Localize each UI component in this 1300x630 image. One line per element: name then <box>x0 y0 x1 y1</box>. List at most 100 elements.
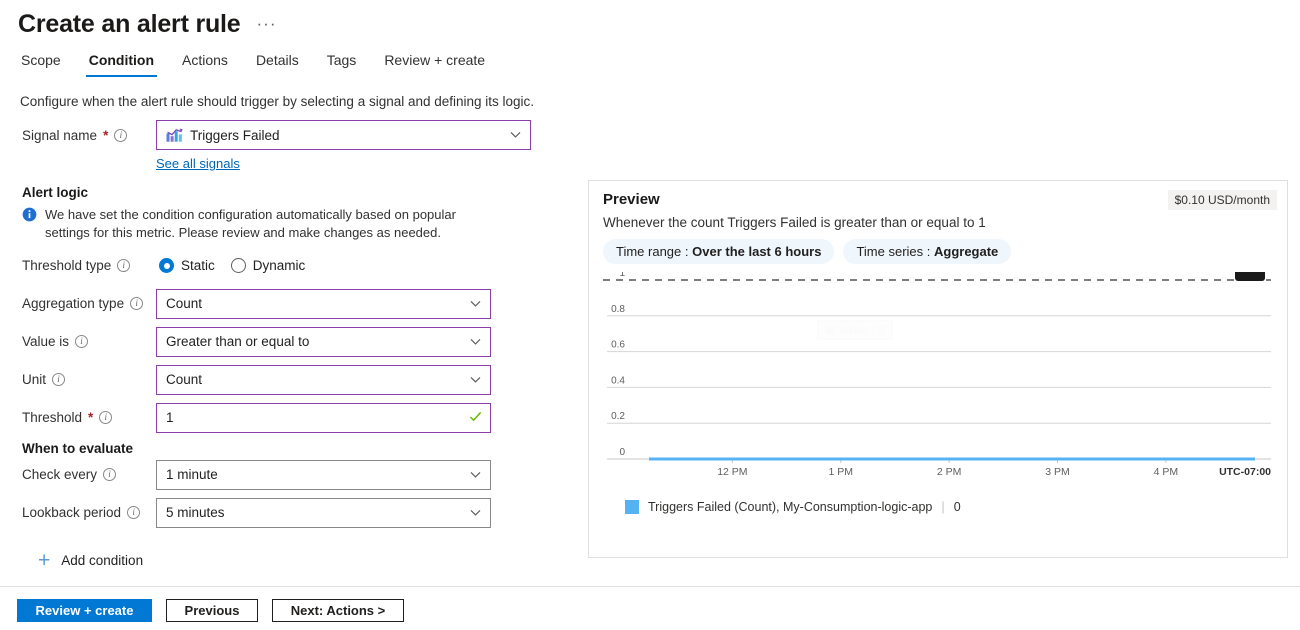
pill-time-range-key: Time range : <box>616 244 689 259</box>
svg-text:0: 0 <box>619 447 625 458</box>
threshold-required-mark: * <box>88 410 93 425</box>
value-is-control: Greater than or equal to <box>156 327 575 357</box>
threshold-input[interactable]: 1 <box>156 403 491 433</box>
chart-residual-tooltip-text: value : 0 <box>839 323 884 337</box>
info-filled-icon <box>22 207 37 243</box>
signal-name-label: Signal name * i <box>0 120 156 150</box>
info-circle-icon[interactable]: i <box>75 335 88 348</box>
field-value-is: Value is i Greater than or equal to <box>0 327 575 357</box>
next-actions-button[interactable]: Next: Actions > <box>272 599 404 622</box>
more-options-icon[interactable]: ··· <box>253 13 281 34</box>
tab-actions[interactable]: Actions <box>179 50 231 77</box>
tab-tags[interactable]: Tags <box>324 50 360 77</box>
check-every-label: Check every i <box>0 460 156 490</box>
aggregation-type-dropdown[interactable]: Count <box>156 289 491 319</box>
check-every-label-text: Check every <box>22 467 97 482</box>
unit-dropdown[interactable]: Count <box>156 365 491 395</box>
info-circle-icon[interactable]: i <box>99 411 112 424</box>
value-is-label: Value is i <box>0 327 156 357</box>
lookback-period-label-text: Lookback period <box>22 505 121 520</box>
pill-time-range-value: Over the last 6 hours <box>692 244 821 259</box>
legend-separator: | <box>941 499 944 514</box>
lookback-period-dropdown[interactable]: 5 minutes <box>156 498 491 528</box>
info-circle-icon[interactable]: i <box>103 468 116 481</box>
preview-filter-pills: Time range : Over the last 6 hours Time … <box>589 230 1287 264</box>
pill-time-range[interactable]: Time range : Over the last 6 hours <box>603 239 834 264</box>
value-is-value: Greater than or equal to <box>166 334 309 349</box>
value-is-dropdown[interactable]: Greater than or equal to <box>156 327 491 357</box>
pill-time-series-key: Time series : <box>856 244 930 259</box>
svg-text:0.2: 0.2 <box>611 411 625 422</box>
legend-series-value: 0 <box>954 500 961 514</box>
when-to-evaluate-heading: When to evaluate <box>0 441 575 456</box>
svg-text:3 PM: 3 PM <box>1045 466 1070 478</box>
tab-scope[interactable]: Scope <box>18 50 64 77</box>
svg-text:2 PM: 2 PM <box>937 466 962 478</box>
info-circle-icon[interactable]: i <box>117 259 130 272</box>
pill-time-series[interactable]: Time series : Aggregate <box>843 239 1011 264</box>
review-create-button[interactable]: Review + create <box>17 599 152 622</box>
info-circle-icon[interactable]: i <box>114 129 127 142</box>
signal-name-dropdown[interactable]: Triggers Failed <box>156 120 531 150</box>
chevron-down-icon <box>470 469 481 480</box>
field-threshold: Threshold * i 1 <box>0 403 575 433</box>
chart-legend: Triggers Failed (Count), My-Consumption-… <box>589 487 1287 514</box>
radio-static-label: Static <box>181 258 215 273</box>
threshold-type-label-text: Threshold type <box>22 258 111 273</box>
previous-button[interactable]: Previous <box>166 599 258 622</box>
svg-text:4 PM: 4 PM <box>1154 466 1179 478</box>
signal-name-value: Triggers Failed <box>190 128 280 143</box>
lookback-period-control: 5 minutes <box>156 498 575 528</box>
info-circle-icon[interactable]: i <box>130 297 143 310</box>
page-header: Create an alert rule ··· <box>18 10 280 39</box>
legend-swatch-icon <box>625 500 639 514</box>
add-condition-label: Add condition <box>61 553 143 568</box>
when-to-evaluate-section: When to evaluate <box>0 441 575 456</box>
check-every-dropdown[interactable]: 1 minute <box>156 460 491 490</box>
radio-static[interactable]: Static <box>159 258 215 273</box>
tab-condition[interactable]: Condition <box>86 50 157 77</box>
lookback-period-value: 5 minutes <box>166 505 225 520</box>
add-condition-button[interactable]: + Add condition <box>38 550 143 571</box>
page-subtitle: Configure when the alert rule should tri… <box>20 94 534 109</box>
tab-details[interactable]: Details <box>253 50 302 77</box>
condition-form: Signal name * i <box>0 120 575 572</box>
svg-text:12 PM: 12 PM <box>717 466 747 478</box>
signal-name-required-mark: * <box>103 128 108 143</box>
unit-control: Count <box>156 365 575 395</box>
info-circle-icon[interactable]: i <box>52 373 65 386</box>
svg-text:1: 1 <box>619 272 625 279</box>
cost-badge: $0.10 USD/month <box>1168 190 1277 210</box>
preview-description: Whenever the count Triggers Failed is gr… <box>589 208 1287 230</box>
aggregation-type-label: Aggregation type i <box>0 289 156 319</box>
field-threshold-type: Threshold type i Static Dynamic <box>0 251 575 281</box>
threshold-type-radio-group: Static Dynamic <box>156 251 575 281</box>
chevron-down-icon <box>510 129 521 140</box>
radio-dynamic[interactable]: Dynamic <box>231 258 306 273</box>
footer-divider <box>0 586 1300 587</box>
chevron-down-icon <box>470 507 481 518</box>
field-signal-name: Signal name * i <box>0 120 575 173</box>
svg-text:0.4: 0.4 <box>611 375 625 386</box>
tab-review-create[interactable]: Review + create <box>381 50 488 77</box>
page-title: Create an alert rule <box>18 10 241 39</box>
see-all-signals-link[interactable]: See all signals <box>156 156 240 171</box>
field-unit: Unit i Count <box>0 365 575 395</box>
metrics-bar-chart-icon <box>166 128 183 143</box>
alert-logic-section: Alert logic We have set the condition co… <box>0 185 575 251</box>
info-circle-icon[interactable]: i <box>127 506 140 519</box>
svg-text:0.8: 0.8 <box>611 304 625 315</box>
chart-canvas: 00.20.40.60.8112 PM1 PM2 PM3 PM4 PMUTC-0… <box>599 272 1277 487</box>
unit-label: Unit i <box>0 365 156 395</box>
unit-value: Count <box>166 372 202 387</box>
svg-text:1 PM: 1 PM <box>828 466 853 478</box>
auto-config-notice-text: We have set the condition configuration … <box>45 206 498 243</box>
chart-residual-tooltip: value : 0 <box>817 320 893 340</box>
radio-dot-static <box>159 258 174 273</box>
aggregation-type-value: Count <box>166 296 202 311</box>
preview-chart[interactable]: 00.20.40.60.8112 PM1 PM2 PM3 PM4 PMUTC-0… <box>599 272 1277 487</box>
legend-series-label: Triggers Failed (Count), My-Consumption-… <box>648 500 932 514</box>
check-every-control: 1 minute <box>156 460 575 490</box>
threshold-type-label: Threshold type i <box>0 251 156 281</box>
auto-config-notice: We have set the condition configuration … <box>0 200 520 251</box>
